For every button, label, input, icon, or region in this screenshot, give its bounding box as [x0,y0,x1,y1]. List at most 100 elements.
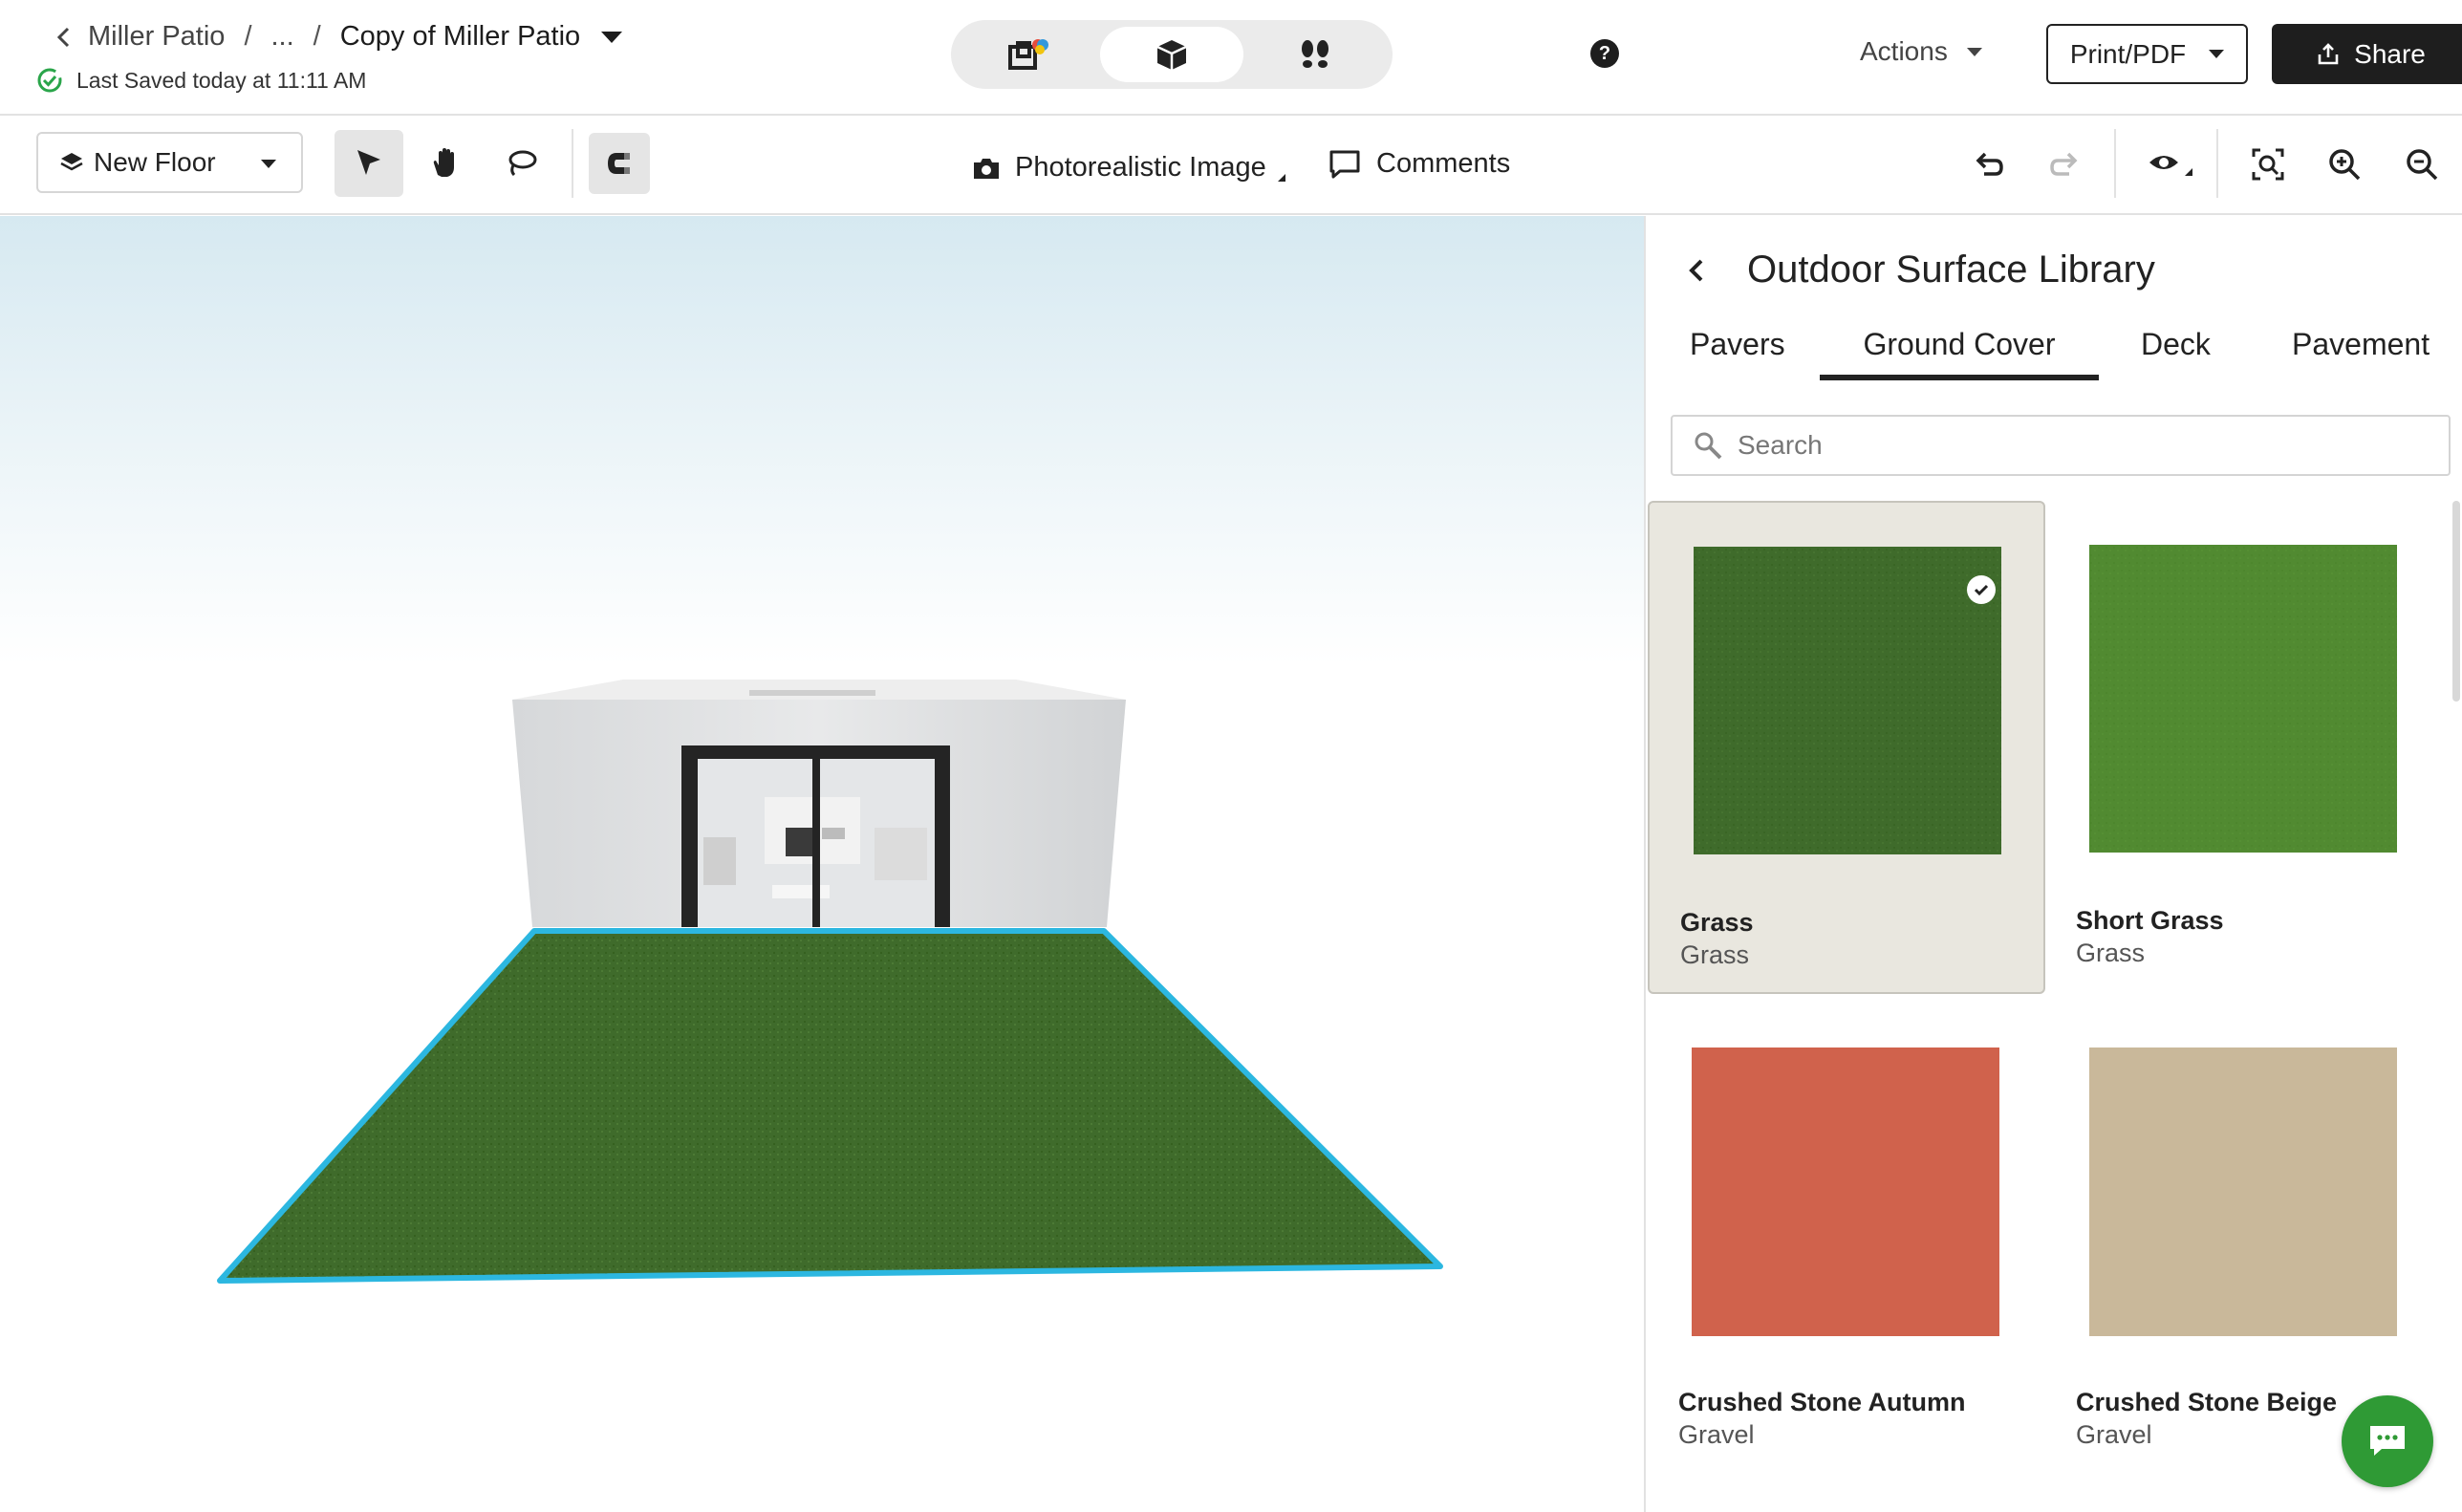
swatch-fill [2089,1048,2397,1336]
surface-swatch-short-grass [2089,545,2397,853]
tab-deck[interactable]: Deck [2141,327,2211,380]
undo-button[interactable] [1966,142,2010,186]
help-button[interactable]: ? [1590,39,1619,68]
surface-swatch-crushed-stone-beige [2089,1048,2397,1336]
magnet-icon [608,153,630,174]
search-input[interactable] [1738,430,2407,461]
surface-name: Short Grass [2076,906,2224,935]
toolbar-divider [572,129,573,198]
breadcrumb-separator: / [244,21,252,52]
surface-tabs: Pavers Ground Cover Deck Pavement [1646,327,2462,380]
panel-header: Outdoor Surface Library [1684,248,2155,292]
undo-icon [1976,152,2003,176]
select-tool-button[interactable] [335,130,403,197]
panel-scrollbar[interactable] [2452,501,2460,702]
breadcrumb-parent-link[interactable]: Miller Patio [88,21,225,53]
chevron-left-icon[interactable] [50,23,78,52]
tab-pavement[interactable]: Pavement [2292,327,2430,380]
toolbar-divider [2114,129,2116,198]
camera-icon [974,158,999,179]
surface-category: Gravel [2076,1420,2152,1449]
ground-cover-surface[interactable] [220,931,1440,1281]
3d-box-icon [1156,40,1187,70]
panel-title: Outdoor Surface Library [1747,248,2155,291]
3d-viewport[interactable] [0,216,1644,1512]
walkthrough-footsteps-icon [1302,40,1328,68]
snap-magnet-button[interactable] [589,133,650,194]
share-upload-icon [2318,42,2339,64]
chat-support-button[interactable] [2342,1395,2433,1487]
save-status: Last Saved today at 11:11 AM [36,67,366,94]
2d-floorplan-icon [1008,39,1048,70]
zoom-in-button[interactable] [2322,142,2366,186]
eye-icon [2149,156,2192,176]
zoom-out-button[interactable] [2400,142,2444,186]
redo-icon [2050,152,2078,176]
lasso-icon [508,150,537,177]
chevron-left-icon[interactable] [1684,256,1709,285]
mode-3d-button[interactable] [1100,27,1243,82]
actions-label: Actions [1860,36,1948,66]
surface-card[interactable]: Short Grass Grass [2045,501,2443,994]
comments-label: Comments [1376,148,1511,179]
caret-down-icon [261,160,276,168]
swatch-fill [1692,1048,1999,1336]
cursor-arrow-icon [357,150,380,175]
surface-name: Crushed Stone Autumn [1678,1388,1966,1416]
hand-pan-icon [433,148,454,177]
breadcrumb-ellipsis-link[interactable]: ... [271,21,294,53]
floor-selector-label: New Floor [94,147,216,177]
zoom-fit-icon [2252,148,2284,181]
photorealistic-image-label: Photorealistic Image [1015,152,1266,183]
room-light-fixture [749,690,875,696]
search-icon [1695,432,1722,460]
visibility-button[interactable] [2144,142,2197,186]
view-mode-switch [951,20,1393,89]
mode-walkthrough-button[interactable] [1243,27,1387,82]
breadcrumb: Miller Patio / ... / Copy of Miller Pati… [50,21,623,53]
comment-bubble-icon [1329,150,1360,178]
surface-category: Grass [1680,940,1750,969]
top-header: Miller Patio / ... / Copy of Miller Pati… [0,0,2462,116]
3d-scene[interactable] [0,216,1644,1512]
project-menu-caret-icon[interactable] [601,31,623,43]
mode-2d-button[interactable] [957,27,1100,82]
surface-card[interactable]: Grass Grass [1648,501,2045,994]
surface-category: Gravel [1678,1420,1755,1449]
zoom-in-icon [2329,149,2361,181]
surface-library-panel: Outdoor Surface Library Pavers Ground Co… [1644,216,2462,1512]
chat-bubble-icon [2370,1426,2405,1456]
print-pdf-label: Print/PDF [2069,38,2187,69]
pan-tool-button[interactable] [411,130,480,197]
lasso-tool-button[interactable] [487,130,556,197]
zoom-out-icon [2407,149,2438,181]
tab-pavers[interactable]: Pavers [1690,327,1785,380]
surface-card[interactable]: Crushed Stone Autumn Gravel [1648,1004,2045,1497]
share-label: Share [2354,38,2426,69]
breadcrumb-separator: / [313,21,321,52]
editor-toolbar: New Floor Photorealistic Image Comments [0,116,2462,215]
save-status-text: Last Saved today at 11:11 AM [76,67,367,93]
caret-down-icon [2209,50,2225,58]
comments-button[interactable]: Comments [1328,148,1510,180]
surface-grid: Grass Grass Short Grass Grass Crushed St… [1646,501,2447,1512]
surface-category: Grass [2076,939,2146,967]
room-top-rim [512,680,1126,700]
print-pdf-button[interactable]: Print/PDF [2046,24,2248,84]
check-circle-icon [37,68,62,93]
floor-selector[interactable]: New Floor [36,132,303,193]
project-title: Copy of Miller Patio [339,21,581,52]
photorealistic-image-button[interactable]: Photorealistic Image [971,152,1285,184]
tab-ground-cover[interactable]: Ground Cover [1820,327,2099,380]
caret-down-icon [1966,47,1982,56]
zoom-fit-button[interactable] [2246,142,2290,186]
options-corner-icon [1277,173,1285,182]
surface-swatch-crushed-stone-autumn [1692,1048,1999,1336]
surface-name: Grass [1680,908,1754,937]
share-button[interactable]: Share [2272,24,2462,84]
selected-check-icon [1967,575,1996,604]
surface-name: Crushed Stone Beige [2076,1388,2338,1416]
actions-menu-button[interactable]: Actions [1860,36,1982,67]
toolbar-divider [2216,129,2218,198]
redo-button[interactable] [2043,142,2087,186]
